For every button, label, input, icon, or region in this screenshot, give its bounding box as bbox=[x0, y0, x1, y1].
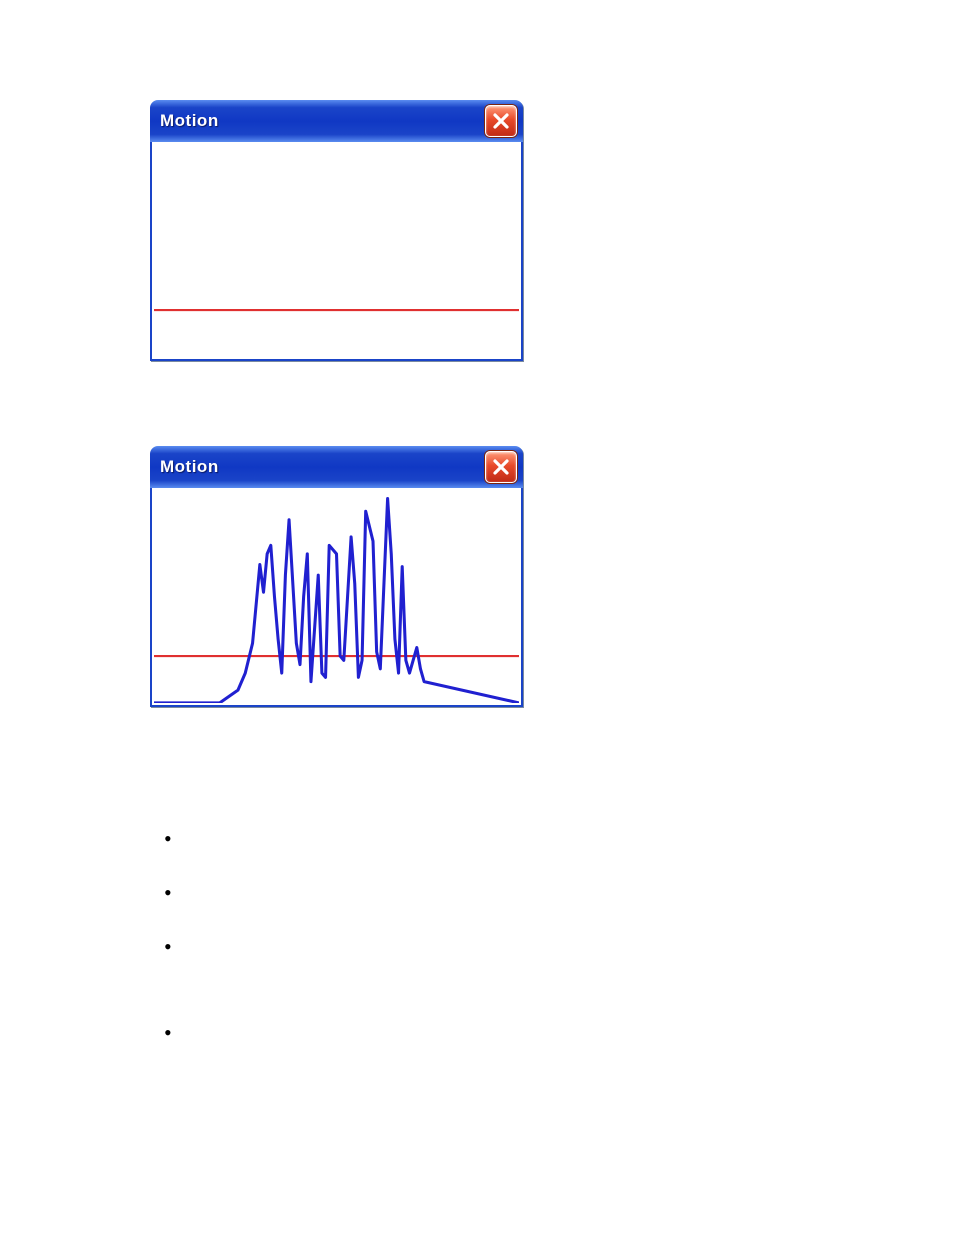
close-icon bbox=[492, 112, 510, 130]
list-item bbox=[164, 935, 814, 959]
list-item bbox=[164, 881, 814, 905]
chart-area-active bbox=[150, 488, 523, 707]
window-title: Motion bbox=[160, 457, 219, 477]
list-item bbox=[164, 827, 814, 851]
motion-window-active: Motion bbox=[150, 446, 523, 707]
window-title: Motion bbox=[160, 111, 219, 131]
close-icon bbox=[492, 458, 510, 476]
title-bar[interactable]: Motion bbox=[150, 100, 523, 142]
close-button[interactable] bbox=[485, 105, 517, 137]
title-bar[interactable]: Motion bbox=[150, 446, 523, 488]
motion-chart-active bbox=[154, 490, 519, 703]
bullet-list bbox=[150, 827, 814, 1046]
chart-area-empty bbox=[150, 142, 523, 361]
list-item bbox=[164, 1021, 814, 1045]
motion-window-empty: Motion bbox=[150, 100, 523, 361]
close-button[interactable] bbox=[485, 451, 517, 483]
motion-chart-empty bbox=[154, 144, 519, 357]
